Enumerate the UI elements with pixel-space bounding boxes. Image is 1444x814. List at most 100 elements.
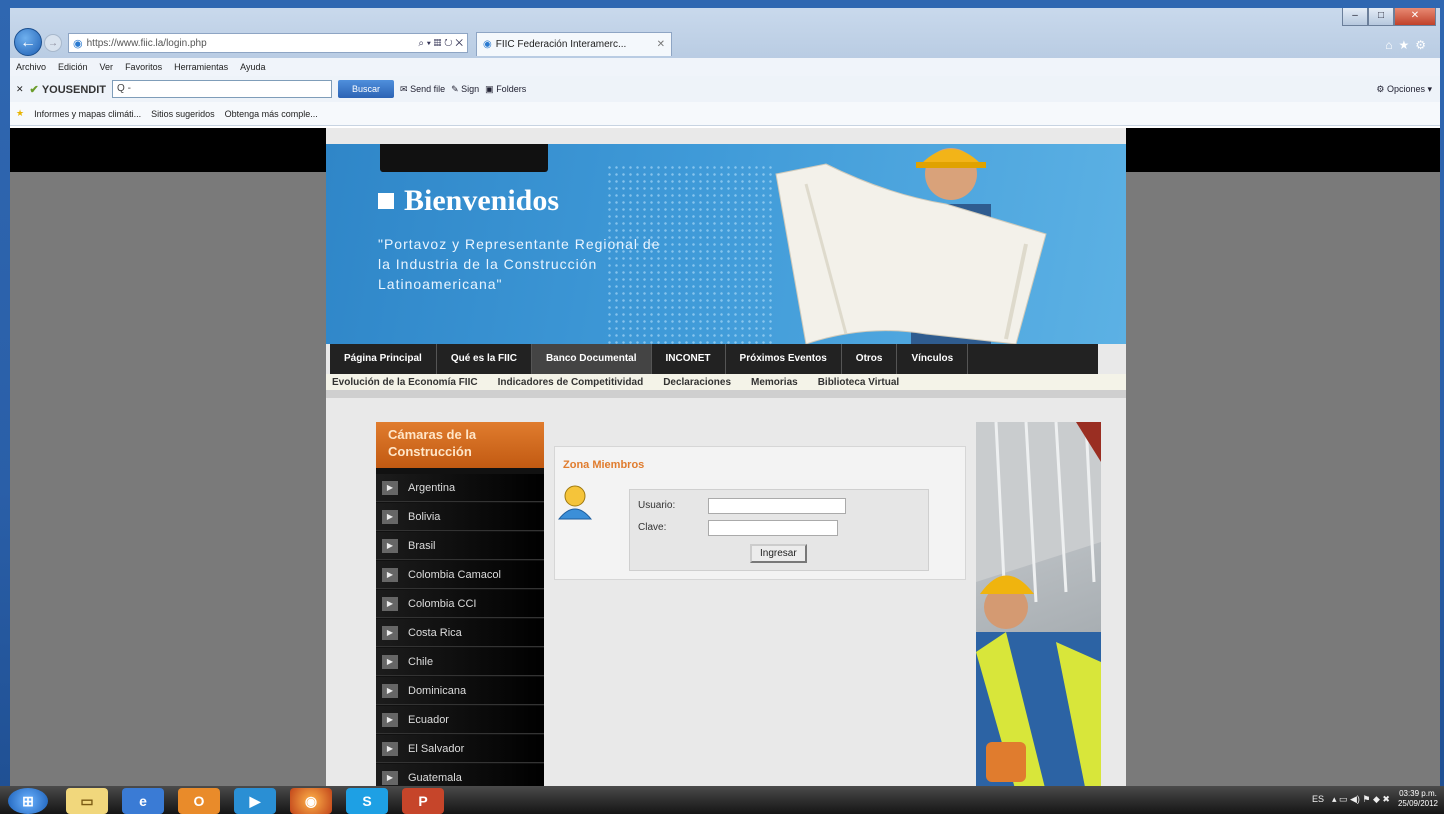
sidebar-item-costa-rica[interactable]: ▶ Costa Rica (376, 619, 544, 647)
nav-vinculos[interactable]: Vínculos (897, 344, 969, 374)
page-viewport: Bienvenidos "Portavoz y Representante Re… (10, 128, 1440, 786)
password-input[interactable] (708, 520, 838, 536)
tray-icons[interactable]: ▴ ▭ ◀) ⚑ ◆ ✖ (1332, 794, 1390, 805)
nav-proximos-eventos[interactable]: Próximos Eventos (726, 344, 842, 374)
arrow-icon: ▶ (382, 683, 398, 698)
clock-time: 03:39 p.m. (1399, 789, 1437, 798)
username-input[interactable] (708, 498, 846, 514)
maximize-button[interactable]: □ (1368, 8, 1394, 26)
user-icon (557, 485, 593, 520)
sidebar-item-ecuador[interactable]: ▶ Ecuador (376, 706, 544, 734)
username-label: Usuario: (638, 500, 676, 511)
menu-archivo[interactable]: Archivo (16, 62, 46, 72)
browser-window: – □ ✕ ← → ◉ https://www.fiic.la/login.ph… (10, 8, 1440, 786)
start-button[interactable]: ⊞ (8, 788, 48, 814)
folders-button[interactable]: ▣ Folders (485, 84, 526, 95)
send-file-button[interactable]: ✉ Send file (400, 84, 445, 95)
password-label: Clave: (638, 522, 667, 533)
arrow-icon: ▶ (382, 654, 398, 669)
menu-bar: Archivo Edición Ver Favoritos Herramient… (10, 58, 1440, 76)
subnav-indicadores[interactable]: Indicadores de Competitividad (498, 377, 644, 388)
sidebar-item-guatemala[interactable]: ▶ Guatemala (376, 764, 544, 786)
nav-otros[interactable]: Otros (842, 344, 898, 374)
tagline: "Portavoz y Representante Regional de la… (378, 236, 661, 292)
worker-with-blueprint-image (775, 148, 1047, 344)
nav-inconet[interactable]: INCONET (652, 344, 726, 374)
media-taskbar-button[interactable]: ▶ (234, 788, 276, 814)
minimize-button[interactable]: – (1342, 8, 1368, 26)
options-button[interactable]: ⚙ Opciones ▾ (1376, 84, 1440, 95)
menu-ver[interactable]: Ver (100, 62, 114, 72)
menu-herramientas[interactable]: Herramientas (174, 62, 228, 72)
address-bar[interactable]: ◉ https://www.fiic.la/login.php ⌕ ▾ ▦ ↻ … (68, 33, 468, 53)
main-nav: Página Principal Qué es la FIIC Banco Do… (330, 344, 1098, 374)
login-submit-button[interactable]: Ingresar (750, 544, 807, 563)
firefox-taskbar-button[interactable]: ◉ (290, 788, 332, 814)
chambers-sidebar: Cámaras de la Construcción ▶ Argentina ▶ B… (376, 422, 544, 786)
close-button[interactable]: ✕ (1394, 8, 1436, 26)
tab-favicon-icon: ◉ (483, 39, 492, 50)
sidebar-item-brasil[interactable]: ▶ Brasil (376, 532, 544, 560)
sign-button[interactable]: ✎ Sign (451, 84, 479, 95)
tab-close-icon[interactable]: ✕ (657, 39, 665, 50)
fav-item-weather[interactable]: Informes y mapas climáti... (34, 109, 141, 119)
toolbar-close-icon[interactable]: ✕ (16, 84, 24, 95)
arrow-icon: ▶ (382, 625, 398, 640)
header-banner: Bienvenidos "Portavoz y Representante Re… (326, 144, 1126, 344)
sub-nav: Evolución de la Economía FIIC Indicadore… (326, 374, 1126, 398)
sidebar-item-chile[interactable]: ▶ Chile (376, 648, 544, 676)
window-controls: – □ ✕ (1342, 8, 1436, 26)
arrow-icon: ▶ (382, 741, 398, 756)
clock-date: 25/09/2012 (1397, 799, 1438, 808)
language-indicator[interactable]: ES (1312, 794, 1324, 804)
toolbar-search-button[interactable]: Buscar (338, 80, 395, 98)
worker-photo (976, 422, 1101, 786)
page-icon: ◉ (73, 37, 83, 50)
login-title: Zona Miembros (563, 459, 645, 471)
sidebar-item-dominicana[interactable]: ▶ Dominicana (376, 677, 544, 705)
tab-active[interactable]: ◉ FIIC Federación Interamerc... ✕ (476, 32, 672, 56)
url-text: https://www.fiic.la/login.php (86, 37, 207, 49)
arrow-icon: ▶ (382, 712, 398, 727)
logo-tab (380, 144, 548, 172)
login-form: Usuario: Clave: Ingresar (629, 489, 929, 571)
favorites-bar: ★ Informes y mapas climáti... Sitios sug… (10, 102, 1440, 126)
menu-ayuda[interactable]: Ayuda (240, 62, 265, 72)
sidebar-item-colombia-cci[interactable]: ▶ Colombia CCI (376, 590, 544, 618)
nav-que-es-fiic[interactable]: Qué es la FIIC (437, 344, 532, 374)
ie-taskbar-button[interactable]: e (122, 788, 164, 814)
clock[interactable]: 03:39 p.m. 25/09/2012 (1398, 789, 1438, 809)
subnav-evolucion[interactable]: Evolución de la Economía FIIC (332, 377, 478, 388)
menu-favoritos[interactable]: Favoritos (125, 62, 162, 72)
explorer-taskbar-button[interactable]: ▭ (66, 788, 108, 814)
yousendit-toolbar: ✕ ✔ YOUSENDIT Q - Buscar ✉ Send file ✎ S… (10, 76, 1440, 102)
home-star-gear-icons[interactable]: ⌂★⚙ (1385, 38, 1432, 52)
windows-taskbar: ⊞ ▭ e O ▶ ◉ S P ES ▴ ▭ ◀) ⚑ ◆ ✖ 03:39 p.… (0, 786, 1444, 814)
back-button[interactable]: ← (14, 28, 42, 56)
arrow-icon: ▶ (382, 538, 398, 553)
outlook-taskbar-button[interactable]: O (178, 788, 220, 814)
subnav-declaraciones[interactable]: Declaraciones (663, 377, 731, 388)
sidebar-item-bolivia[interactable]: ▶ Bolivia (376, 503, 544, 531)
arrow-icon: ▶ (382, 596, 398, 611)
fav-item-more[interactable]: Obtenga más comple... (225, 109, 318, 119)
arrow-icon: ▶ (382, 567, 398, 582)
nav-pagina-principal[interactable]: Página Principal (330, 344, 437, 374)
sidebar-item-argentina[interactable]: ▶ Argentina (376, 474, 544, 502)
skype-taskbar-button[interactable]: S (346, 788, 388, 814)
toolbar-search-input[interactable]: Q - (112, 80, 333, 98)
menu-edicion[interactable]: Edición (58, 62, 88, 72)
arrow-icon: ▶ (382, 770, 398, 785)
sidebar-item-colombia-camacol[interactable]: ▶ Colombia Camacol (376, 561, 544, 589)
address-tools-icon[interactable]: ⌕ ▾ ▦ ↻ ✕ (418, 38, 467, 49)
forward-button[interactable]: → (44, 34, 62, 52)
system-tray: ES ▴ ▭ ◀) ⚑ ◆ ✖ 03:39 p.m. 25/09/2012 (1312, 789, 1438, 809)
subnav-memorias[interactable]: Memorias (751, 377, 798, 388)
nav-banco-documental[interactable]: Banco Documental (531, 344, 652, 374)
subnav-biblioteca[interactable]: Biblioteca Virtual (818, 377, 900, 388)
fav-item-suggested[interactable]: Sitios sugeridos (151, 109, 215, 119)
favorites-star-icon[interactable]: ★ (16, 108, 24, 119)
sidebar-item-el-salvador[interactable]: ▶ El Salvador (376, 735, 544, 763)
sidebar-title: Cámaras de la Construcción (376, 422, 544, 468)
powerpoint-taskbar-button[interactable]: P (402, 788, 444, 814)
